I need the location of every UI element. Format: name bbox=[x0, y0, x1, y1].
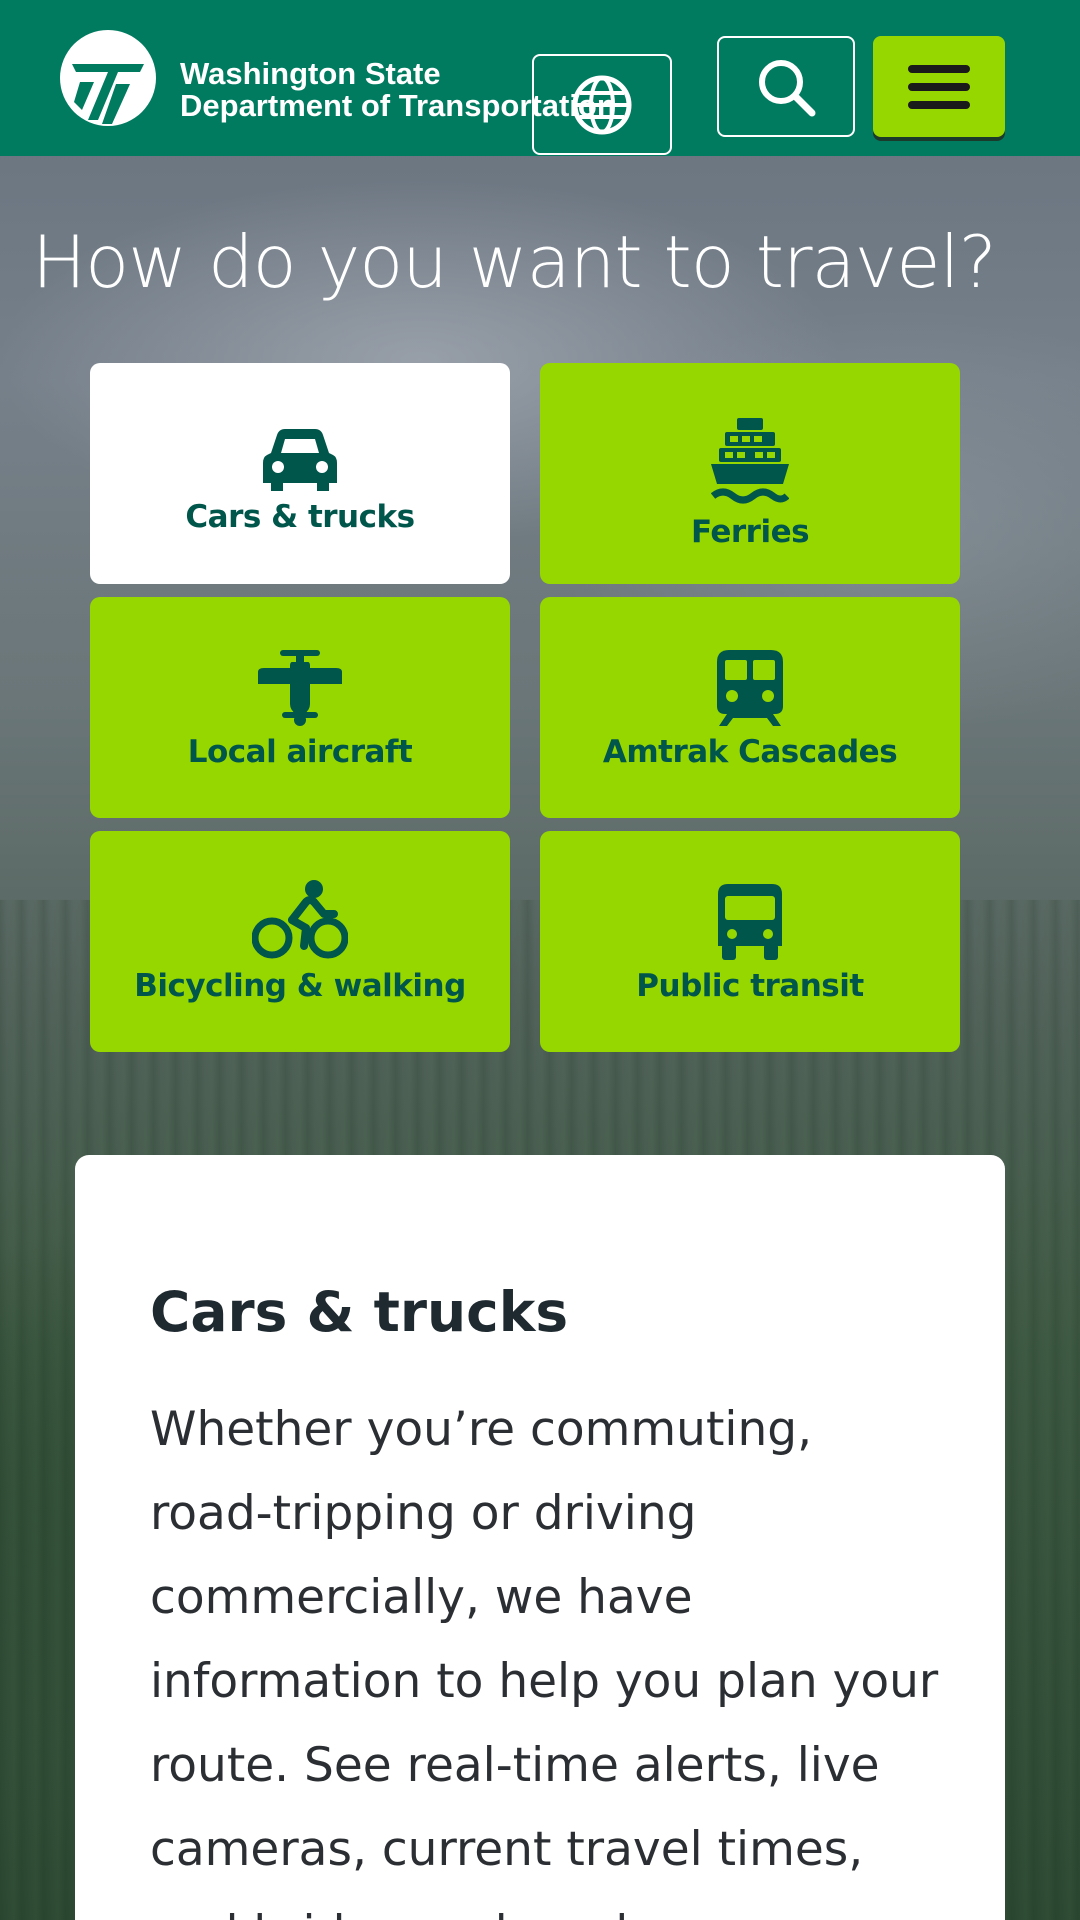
car-icon bbox=[263, 428, 337, 491]
site-header: Washington State Department of Transport… bbox=[0, 0, 1080, 156]
bus-icon bbox=[718, 883, 782, 960]
globe-icon bbox=[572, 75, 632, 134]
tile-local-aircraft[interactable]: Local aircraft bbox=[90, 597, 510, 818]
menu-icon bbox=[908, 64, 970, 109]
search-icon bbox=[759, 59, 816, 116]
tile-amtrak-cascades[interactable]: Amtrak Cascades bbox=[540, 597, 960, 818]
ferry-icon bbox=[711, 417, 789, 503]
tile-label: Amtrak Cascades bbox=[602, 733, 898, 770]
tile-cars-trucks[interactable]: Cars & trucks bbox=[90, 363, 510, 584]
wsdot-logo[interactable] bbox=[58, 28, 158, 128]
tile-label: Ferries bbox=[690, 513, 810, 550]
tile-label: Bicycling & walking bbox=[134, 967, 466, 1004]
tile-ferries[interactable]: Ferries bbox=[540, 363, 960, 584]
search-button[interactable] bbox=[717, 36, 855, 137]
info-card: Cars & trucks Whether you’re commuting, … bbox=[75, 1155, 1005, 1920]
info-card-heading: Cars & trucks bbox=[150, 1280, 569, 1344]
tile-bicycling-walking[interactable]: Bicycling & walking bbox=[90, 831, 510, 1052]
tile-label: Cars & trucks bbox=[185, 498, 415, 535]
menu-button[interactable] bbox=[873, 36, 1005, 137]
train-icon bbox=[717, 649, 783, 726]
bicycle-icon bbox=[252, 879, 348, 958]
tile-public-transit[interactable]: Public transit bbox=[540, 831, 960, 1052]
tile-label: Public transit bbox=[636, 967, 864, 1004]
airplane-icon bbox=[258, 649, 342, 726]
info-card-body: Whether you’re commuting, road-tripping … bbox=[150, 1402, 939, 1920]
language-button[interactable] bbox=[532, 54, 672, 155]
page-title: How do you want to travel? bbox=[32, 220, 997, 304]
tile-label: Local aircraft bbox=[187, 733, 413, 770]
